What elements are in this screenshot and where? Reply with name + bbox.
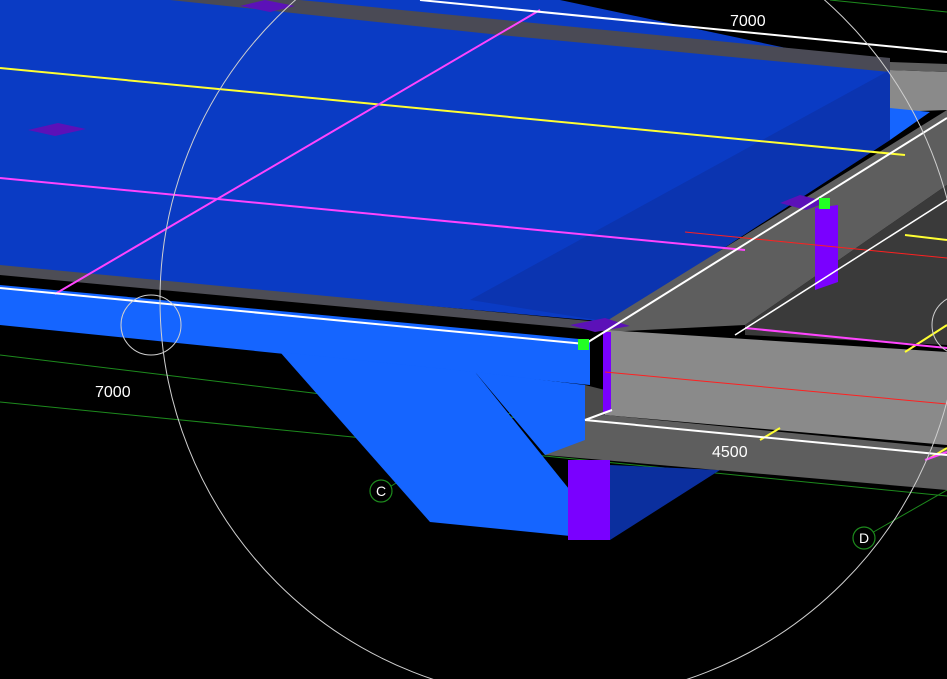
snap-point[interactable]	[819, 198, 830, 209]
grid-bubble-label: D	[859, 530, 869, 546]
grid-bubble-label: C	[376, 483, 386, 499]
grid-bubble-c[interactable]: C	[369, 479, 393, 503]
model-scene[interactable]: 7000 7000 4500 C D	[0, 0, 947, 679]
snap-point[interactable]	[578, 339, 589, 350]
grid-line	[829, 0, 947, 13]
dimension-label: 7000	[730, 13, 766, 30]
column[interactable]	[568, 460, 610, 540]
concrete-block-upper	[890, 70, 947, 112]
slab-drop-beam-side	[610, 465, 720, 540]
dimension-label: 7000	[95, 384, 131, 401]
3d-model-viewport[interactable]: 7000 7000 4500 C D	[0, 0, 947, 679]
grid-bubble-d[interactable]: D	[852, 526, 876, 550]
dimension-label: 4500	[712, 444, 748, 461]
